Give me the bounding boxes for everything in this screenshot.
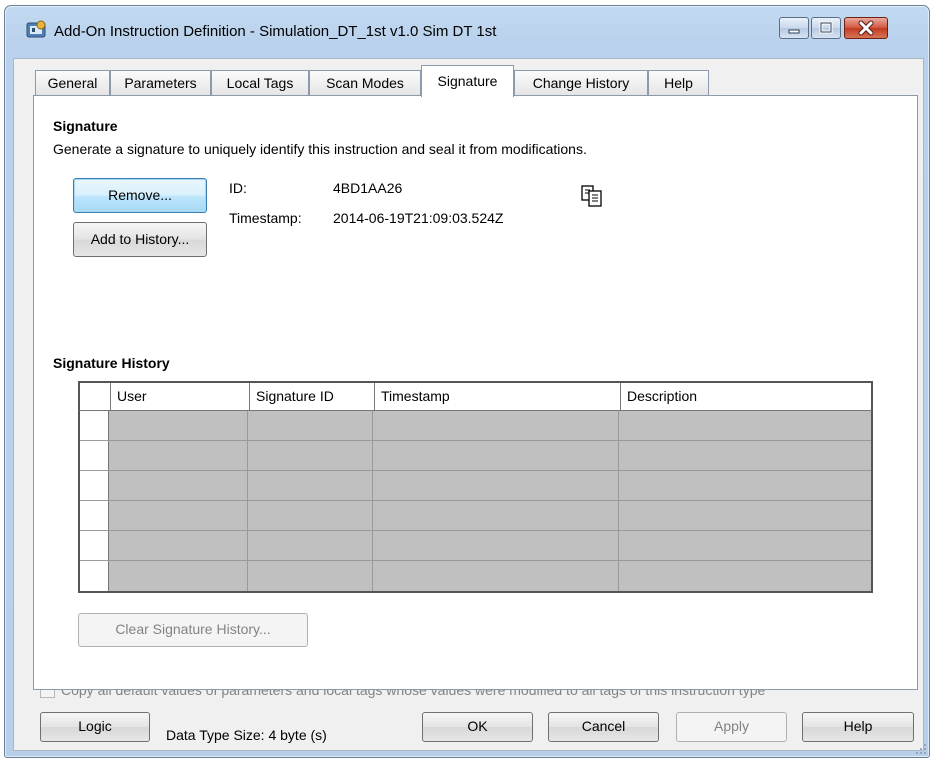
timestamp-label: Timestamp: — [229, 210, 302, 226]
column-header-signature-id[interactable]: Signature ID — [250, 383, 375, 410]
minimize-button[interactable] — [779, 17, 809, 39]
apply-button[interactable]: Apply — [676, 712, 787, 742]
row-selector[interactable] — [80, 471, 109, 500]
minimize-icon — [788, 29, 800, 34]
cancel-button[interactable]: Cancel — [548, 712, 659, 742]
grid-corner-cell — [80, 383, 111, 410]
ok-button[interactable]: OK — [422, 712, 533, 742]
description-cell[interactable] — [619, 471, 871, 500]
tab-general[interactable]: General — [35, 70, 110, 96]
id-value: 4BD1AA26 — [333, 180, 403, 196]
table-row[interactable] — [80, 471, 871, 501]
help-button[interactable]: Help — [802, 712, 914, 742]
clear-signature-history-button[interactable]: Clear Signature History... — [78, 613, 308, 647]
id-label: ID: — [229, 180, 247, 196]
tab-local-tags[interactable]: Local Tags — [211, 70, 309, 96]
tab-change-history[interactable]: Change History — [514, 70, 648, 96]
add-on-instruction-icon — [26, 20, 46, 38]
signature-id-cell[interactable] — [248, 561, 373, 591]
window-title: Add-On Instruction Definition - Simulati… — [54, 23, 497, 40]
maximize-button[interactable] — [811, 17, 841, 39]
row-selector[interactable] — [80, 411, 109, 440]
user-cell[interactable] — [109, 561, 248, 591]
signature-id-cell[interactable] — [248, 471, 373, 500]
copy-icon — [581, 185, 602, 207]
grid-body — [80, 411, 871, 591]
tab-help[interactable]: Help — [648, 70, 709, 96]
table-row[interactable] — [80, 441, 871, 471]
data-type-size: Data Type Size: 4 byte (s) — [166, 727, 327, 743]
table-row[interactable] — [80, 501, 871, 531]
user-cell[interactable] — [109, 501, 248, 530]
user-cell[interactable] — [109, 441, 248, 470]
row-selector[interactable] — [80, 531, 109, 560]
signature-history-heading: Signature History — [53, 355, 170, 371]
table-row[interactable] — [80, 531, 871, 561]
timestamp-cell[interactable] — [373, 561, 619, 591]
signature-description: Generate a signature to uniquely identif… — [53, 141, 587, 157]
signature-id-cell[interactable] — [248, 501, 373, 530]
timestamp-cell[interactable] — [373, 471, 619, 500]
description-cell[interactable] — [619, 531, 871, 560]
tab-signature[interactable]: Signature — [421, 65, 514, 97]
signature-id-cell[interactable] — [248, 531, 373, 560]
column-header-description[interactable]: Description — [621, 383, 871, 410]
signature-id-cell[interactable] — [248, 411, 373, 440]
logic-button[interactable]: Logic — [40, 712, 150, 742]
resize-grip-icon[interactable] — [915, 743, 927, 755]
close-button[interactable] — [844, 17, 888, 39]
table-row[interactable] — [80, 561, 871, 591]
timestamp-value: 2014-06-19T21:09:03.524Z — [333, 210, 504, 226]
add-to-history-button[interactable]: Add to History... — [73, 222, 207, 257]
description-cell[interactable] — [619, 501, 871, 530]
maximize-icon — [819, 21, 833, 34]
user-cell[interactable] — [109, 411, 248, 440]
row-selector[interactable] — [80, 561, 109, 591]
signature-id-cell[interactable] — [248, 441, 373, 470]
user-cell[interactable] — [109, 471, 248, 500]
table-row[interactable] — [80, 411, 871, 441]
close-icon — [858, 20, 874, 36]
column-header-user[interactable]: User — [111, 383, 250, 410]
timestamp-cell[interactable] — [373, 411, 619, 440]
tab-scan-modes[interactable]: Scan Modes — [309, 70, 421, 96]
row-selector[interactable] — [80, 501, 109, 530]
description-cell[interactable] — [619, 441, 871, 470]
row-selector[interactable] — [80, 441, 109, 470]
timestamp-cell[interactable] — [373, 501, 619, 530]
timestamp-cell[interactable] — [373, 531, 619, 560]
user-cell[interactable] — [109, 531, 248, 560]
timestamp-cell[interactable] — [373, 441, 619, 470]
remove-button[interactable]: Remove... — [73, 178, 207, 213]
description-cell[interactable] — [619, 561, 871, 591]
description-cell[interactable] — [619, 411, 871, 440]
copy-signature-button[interactable] — [580, 184, 606, 208]
tab-parameters[interactable]: Parameters — [110, 70, 211, 96]
column-header-timestamp[interactable]: Timestamp — [375, 383, 621, 410]
grid-header: User Signature ID Timestamp Description — [78, 381, 873, 411]
signature-heading: Signature — [53, 118, 118, 134]
